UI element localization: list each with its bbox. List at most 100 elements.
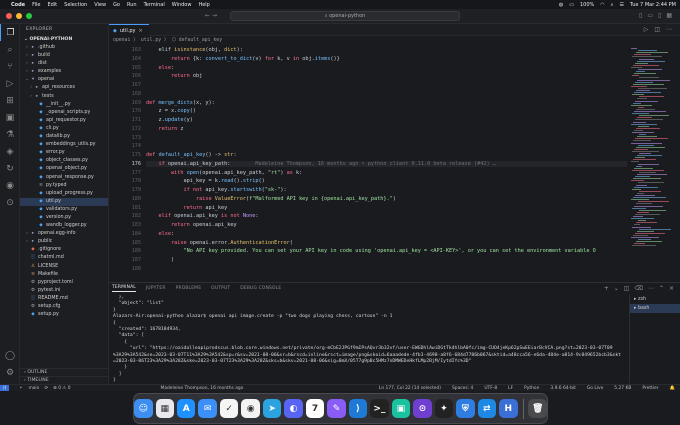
tab-problems[interactable]: PROBLEMS	[176, 286, 202, 291]
todo-dock-icon[interactable]: ✓	[219, 399, 239, 418]
vpn-dock-icon[interactable]: ⇄	[477, 399, 497, 418]
split-editor-icon[interactable]: ◫	[654, 26, 660, 33]
vscode-dock-icon[interactable]: ⟩	[348, 399, 368, 418]
sync-icon[interactable]: ⟳	[44, 386, 48, 391]
run-icon[interactable]: ▷	[644, 26, 649, 33]
search-icon[interactable]: ⌕	[611, 2, 614, 8]
back-arrow-icon[interactable]: ←	[205, 12, 210, 19]
run-debug-icon[interactable]: ▷	[0, 75, 20, 92]
github-icon[interactable]: ◉	[0, 177, 20, 194]
discord-dock-icon[interactable]: ◐	[284, 399, 303, 418]
remote-explorer-icon[interactable]: ▣	[0, 109, 20, 126]
git-blame-status[interactable]: Madeleine Thompson, 16 months ago	[161, 386, 244, 391]
forward-arrow-icon[interactable]: →	[212, 12, 217, 19]
launchpad-dock-icon[interactable]: ▦	[155, 399, 174, 418]
tab-output[interactable]: OUTPUT	[211, 286, 230, 291]
wechat-icon[interactable]: ◍	[559, 2, 563, 8]
indentation[interactable]: Spaces: 4	[452, 386, 473, 391]
tree-item[interactable]: ⚙ pyproject.toml	[20, 279, 108, 287]
notifications-icon[interactable]: 🔔	[670, 386, 675, 391]
control-center-icon[interactable]: ☰	[619, 2, 623, 8]
tree-item[interactable]: ◆ embeddings_utils.py	[20, 141, 108, 149]
gitlens-icon[interactable]: ⊙	[0, 194, 20, 211]
python-interpreter[interactable]: 3.9.6 64-bit	[550, 386, 575, 391]
maximize-panel-icon[interactable]: ⌃	[659, 285, 664, 292]
tree-item[interactable]: ◆ openai_response.py	[20, 174, 108, 182]
tree-item[interactable]: ⓘ chatml.md	[20, 254, 108, 262]
app-menu[interactable]: Code	[11, 2, 25, 8]
inline-git-blame[interactable]: Madeleine Thompson, 16 months ago • pyth…	[230, 161, 495, 167]
live-share-icon[interactable]: ↻	[0, 160, 20, 177]
tree-item[interactable]: ⓘ README.md	[20, 295, 108, 303]
terminal-bash[interactable]: ▸ bash	[630, 304, 680, 313]
toggle-sidebar-icon[interactable]: ▯	[639, 12, 642, 19]
outline-section[interactable]: › OUTLINE	[20, 368, 108, 376]
tree-item[interactable]: ◆ openai_object.py	[20, 165, 108, 173]
tree-item[interactable]: › ▸ public	[20, 238, 108, 246]
wifi-icon[interactable]: ◠	[600, 2, 604, 8]
workspace-root[interactable]: ⌄ OPENAI-PYTHON	[20, 36, 108, 44]
tree-item[interactable]: ≡ Makefile	[20, 271, 108, 279]
split-terminal-icon[interactable]: ◫	[624, 285, 630, 292]
calendar-dock-icon[interactable]: 7	[305, 399, 325, 418]
explorer-icon[interactable]: ❐	[0, 24, 20, 41]
menu-file[interactable]: File	[32, 2, 40, 8]
tree-item[interactable]: ◆ setup.py	[20, 311, 108, 319]
terminal-dock-icon[interactable]: >_	[370, 399, 389, 418]
menu-edit[interactable]: Edit	[47, 2, 57, 8]
clock[interactable]: Tue 7 Mar 2:44 PM	[630, 2, 676, 8]
trash-dock-icon[interactable]: 🗑	[528, 399, 547, 418]
chevron-down-icon[interactable]: ⌄	[614, 285, 619, 292]
tree-item[interactable]: ◆ error.py	[20, 149, 108, 157]
prettier-status[interactable]: Prettier	[642, 386, 658, 391]
mail-dock-icon[interactable]: ✉	[198, 399, 217, 418]
menu-view[interactable]: View	[94, 2, 106, 8]
breadcrumb[interactable]: openai 〉 util.py 〉 ⬡ default_api_key	[109, 36, 680, 45]
tree-item[interactable]: › ▸ .github	[20, 44, 108, 52]
app-store-dock-icon[interactable]: A	[177, 399, 196, 418]
menu-terminal[interactable]: Terminal	[144, 2, 165, 8]
language-mode[interactable]: Python	[524, 386, 539, 391]
figma-dock-icon[interactable]: ✦	[434, 399, 454, 418]
menu-window[interactable]: Window	[172, 2, 192, 8]
tab-terminal[interactable]: TERMINAL	[112, 285, 136, 292]
finder-dock-icon[interactable]: ☺	[134, 399, 153, 418]
close-icon[interactable]: ×	[669, 285, 674, 292]
close-icon[interactable]: ×	[139, 28, 143, 34]
search-icon[interactable]: ⌕	[0, 41, 20, 58]
tree-item[interactable]: ≡ py.typed	[20, 182, 108, 190]
problems-status[interactable]: ⊗ 0 ⚠ 0	[53, 386, 70, 391]
tree-item[interactable]: ◆ _openai_scripts.py	[20, 109, 108, 117]
tree-item[interactable]: ◆ object_classes.py	[20, 157, 108, 165]
tree-item[interactable]: ◆ cli.py	[20, 125, 108, 133]
more-actions-icon[interactable]: ⋯	[648, 285, 654, 292]
hyper-dock-icon[interactable]: H	[499, 399, 518, 418]
go-live-button[interactable]: Go Live	[587, 386, 603, 391]
notion-dock-icon[interactable]: ✎	[327, 399, 346, 418]
customize-layout-icon[interactable]: ▦	[666, 12, 672, 19]
command-center-search[interactable]: ⌕ openai-python	[230, 11, 460, 21]
tree-item[interactable]: ◆ wandb_logger.py	[20, 222, 108, 230]
tree-item[interactable]: › ▸ examples	[20, 68, 108, 76]
code-editor[interactable]: 163 elif isinstance(obj, dict): 164 retur…	[109, 45, 629, 280]
menu-help[interactable]: Help	[198, 2, 209, 8]
toggle-secondary-sidebar-icon[interactable]: ▯	[658, 12, 661, 19]
tree-item[interactable]: ◆ upload_progress.py	[20, 190, 108, 198]
zoom-window-button[interactable]	[26, 13, 32, 19]
end-of-line[interactable]: LF	[508, 386, 513, 391]
tree-item[interactable]: ♙ LICENSE	[20, 263, 108, 271]
toggle-panel-icon[interactable]: ▭	[647, 12, 653, 19]
minimap[interactable]	[627, 45, 680, 280]
tree-item[interactable]: ⚙ pytest.ini	[20, 287, 108, 295]
terminal-output[interactable]: }, "object": "list"} Alazars-Air:openai-p…	[113, 295, 625, 383]
menu-selection[interactable]: Selection	[64, 2, 87, 8]
tree-item[interactable]: ◆ api_requestor.py	[20, 117, 108, 125]
security-dock-icon[interactable]: ⛨	[456, 399, 475, 418]
pycharm-dock-icon[interactable]: ▣	[391, 399, 411, 418]
docker-icon[interactable]: ◈	[0, 143, 20, 160]
settings-gear-icon[interactable]: ⚙	[0, 364, 20, 381]
terminal-zsh[interactable]: ▸ zsh	[630, 295, 680, 304]
tree-item[interactable]: › ▸ dist	[20, 60, 108, 68]
more-actions-icon[interactable]: ⋯	[666, 26, 672, 33]
extensions-icon[interactable]: ⊞	[0, 92, 20, 109]
